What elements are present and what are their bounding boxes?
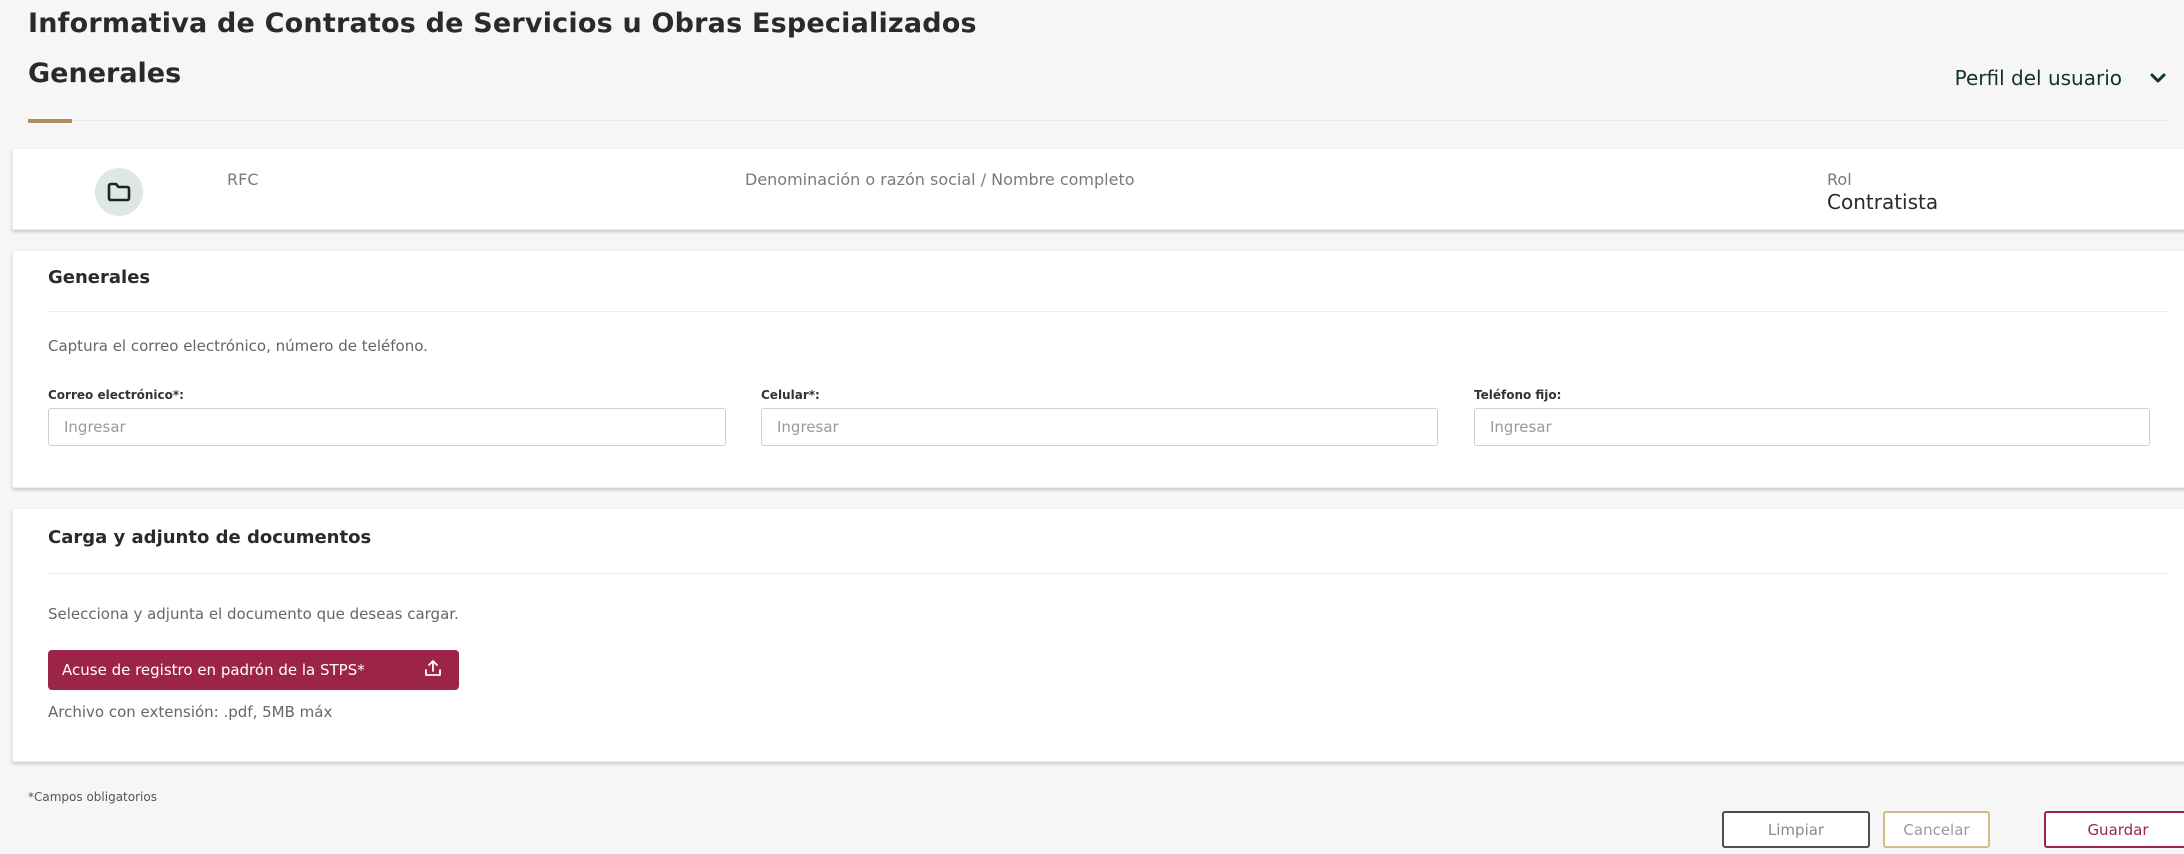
generales-card xyxy=(12,250,2184,488)
section-heading-underline xyxy=(28,119,72,123)
section-heading: Generales xyxy=(28,58,182,89)
landline-label: Teléfono fijo: xyxy=(1474,388,1562,402)
razon-social-label: Denominación o razón social / Nombre com… xyxy=(745,170,1135,189)
generales-heading: Generales xyxy=(48,267,151,288)
folder-icon xyxy=(95,168,143,216)
landline-field[interactable] xyxy=(1474,408,2150,446)
upload-hint: Archivo con extensión: .pdf, 5MB máx xyxy=(48,703,333,721)
page-title: Informativa de Contratos de Servicios u … xyxy=(28,8,977,39)
required-fields-note: *Campos obligatorios xyxy=(28,790,157,804)
documents-divider xyxy=(48,573,2168,574)
email-label: Correo electrónico*: xyxy=(48,388,184,402)
save-button[interactable]: Guardar xyxy=(2044,811,2184,848)
generales-divider xyxy=(48,311,2168,312)
upload-button-label: Acuse de registro en padrón de la STPS* xyxy=(62,661,365,679)
clear-button[interactable]: Limpiar xyxy=(1722,811,1870,848)
email-field[interactable] xyxy=(48,408,726,446)
profile-toggle-label: Perfil del usuario xyxy=(1954,66,2122,90)
rol-label: Rol xyxy=(1827,170,1852,189)
header-divider xyxy=(28,120,2168,121)
generales-description: Captura el correo electrónico, número de… xyxy=(48,337,428,355)
mobile-label: Celular*: xyxy=(761,388,820,402)
chevron-down-icon[interactable] xyxy=(2150,72,2166,84)
upload-icon xyxy=(423,658,443,682)
mobile-field[interactable] xyxy=(761,408,1438,446)
cancel-button[interactable]: Cancelar xyxy=(1883,811,1990,848)
rfc-label: RFC xyxy=(227,170,259,189)
documents-description: Selecciona y adjunta el documento que de… xyxy=(48,605,459,623)
upload-stps-button[interactable]: Acuse de registro en padrón de la STPS* xyxy=(48,650,459,690)
documents-heading: Carga y adjunto de documentos xyxy=(48,527,372,548)
rol-value: Contratista xyxy=(1827,190,1939,214)
user-summary-card xyxy=(12,148,2184,230)
profile-toggle[interactable]: Perfil del usuario xyxy=(1955,66,2166,90)
